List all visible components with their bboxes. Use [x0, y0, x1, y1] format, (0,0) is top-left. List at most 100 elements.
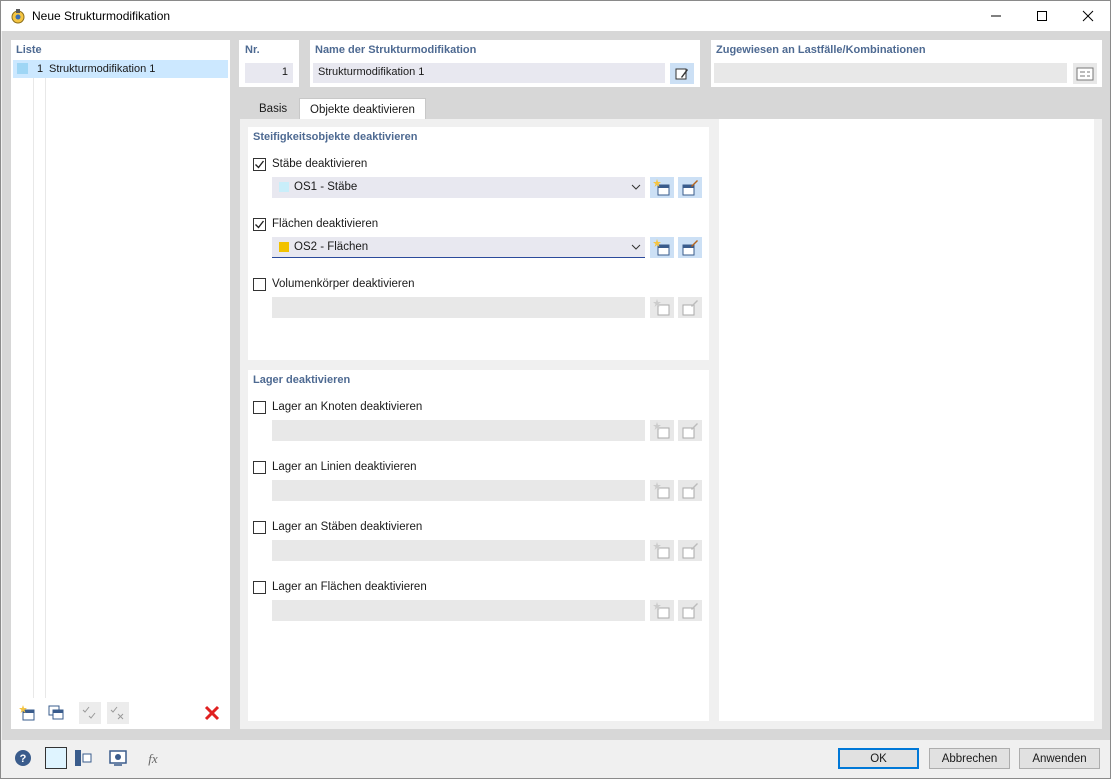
solids-checkbox[interactable] — [253, 277, 266, 291]
assign-list-button[interactable] — [1073, 63, 1097, 84]
view-icon[interactable] — [107, 747, 129, 769]
title-bar: Neue Strukturmodifikation — [1, 1, 1110, 31]
list-selection-icon[interactable] — [72, 747, 94, 769]
surfaces-selection-dropdown[interactable]: OS2 - Flächen — [272, 237, 645, 258]
surfaces-checkbox[interactable] — [253, 217, 266, 231]
copy-item-button[interactable] — [45, 702, 67, 724]
minimize-button[interactable] — [973, 1, 1019, 31]
members-checkbox-label: Stäbe deaktivieren — [272, 158, 368, 170]
line-supports-label: Lager an Linien deaktivieren — [272, 461, 417, 473]
member-supports-label: Lager an Stäben deaktivieren — [272, 521, 423, 533]
line-supports-checkbox[interactable] — [253, 460, 266, 474]
new-members-selection-button[interactable] — [650, 177, 674, 198]
dialog-body: Liste 1 Strukturmodifikation 1 Nr. 1 Nam… — [2, 31, 1110, 778]
close-button[interactable] — [1065, 1, 1111, 31]
edit-name-button[interactable] — [670, 63, 694, 84]
edit-node-supports-button[interactable] — [678, 420, 702, 441]
uncheck-all-icon[interactable] — [107, 702, 129, 724]
color-swatch — [17, 63, 28, 74]
surface-supports-checkbox-row[interactable]: Lager an Flächen deaktivieren — [253, 579, 427, 595]
tab-content: Steifigkeitsobjekte deaktivieren Stäbe d… — [240, 119, 1102, 729]
surface-supports-dropdown[interactable] — [272, 600, 645, 621]
help-icon[interactable]: ? — [12, 747, 34, 769]
name-label: Name der Strukturmodifikation — [315, 44, 477, 56]
svg-text:?: ? — [20, 753, 27, 765]
assigned-panel: Zugewiesen an Lastfälle/Kombinationen — [711, 40, 1102, 87]
line-supports-dropdown[interactable] — [272, 480, 645, 501]
cancel-button[interactable]: Abbrechen — [929, 748, 1010, 769]
color-swatch — [279, 242, 289, 252]
name-field[interactable]: Strukturmodifikation 1 — [313, 63, 665, 83]
tree-guide-line — [45, 78, 46, 698]
ok-button[interactable]: OK — [838, 748, 919, 769]
new-member-supports-button[interactable] — [650, 540, 674, 561]
list-item[interactable]: 1 Strukturmodifikation 1 — [13, 60, 228, 78]
assigned-label: Zugewiesen an Lastfälle/Kombinationen — [716, 44, 926, 56]
list-item-name: Strukturmodifikation 1 — [49, 63, 156, 75]
edit-solids-selection-button[interactable] — [678, 297, 702, 318]
bottom-bar: ? fx OK Abbrechen Anwenden — [2, 740, 1110, 778]
node-supports-label: Lager an Knoten deaktivieren — [272, 401, 423, 413]
new-item-button[interactable] — [17, 702, 39, 724]
list-item-number: 1 — [37, 63, 44, 75]
members-checkbox[interactable] — [253, 157, 266, 171]
delete-item-button[interactable] — [201, 702, 223, 724]
surfaces-checkbox-label: Flächen deaktivieren — [272, 218, 379, 230]
edit-surface-supports-button[interactable] — [678, 600, 702, 621]
new-solids-selection-button[interactable] — [650, 297, 674, 318]
surface-supports-checkbox[interactable] — [253, 580, 266, 594]
supports-group: Lager deaktivieren Lager an Knoten deakt… — [248, 370, 709, 721]
tab-objekte-deaktivieren[interactable]: Objekte deaktivieren — [299, 98, 426, 120]
number-panel: Nr. 1 — [239, 40, 299, 87]
stiffness-group-title: Steifigkeitsobjekte deaktivieren — [253, 131, 418, 143]
edit-line-supports-button[interactable] — [678, 480, 702, 501]
chevron-down-icon — [631, 184, 641, 190]
apply-button[interactable]: Anwenden — [1019, 748, 1100, 769]
window-title: Neue Strukturmodifikation — [32, 9, 171, 23]
node-supports-dropdown[interactable] — [272, 420, 645, 441]
new-surfaces-selection-button[interactable] — [650, 237, 674, 258]
surfaces-checkbox-row[interactable]: Flächen deaktivieren — [253, 216, 378, 232]
tab-bar: Basis Objekte deaktivieren — [239, 98, 1102, 120]
chevron-down-icon — [631, 244, 641, 250]
name-panel: Name der Strukturmodifikation Strukturmo… — [310, 40, 700, 87]
member-supports-checkbox[interactable] — [253, 520, 266, 534]
member-supports-checkbox-row[interactable]: Lager an Stäben deaktivieren — [253, 519, 422, 535]
tab-basis[interactable]: Basis — [249, 98, 297, 120]
dialog-window: Neue Strukturmodifikation Liste 1 Strukt… — [0, 0, 1111, 779]
new-node-supports-button[interactable] — [650, 420, 674, 441]
color-swatch — [279, 182, 289, 192]
assigned-field[interactable] — [714, 63, 1067, 83]
solids-selection-dropdown[interactable] — [272, 297, 645, 318]
surface-supports-label: Lager an Flächen deaktivieren — [272, 581, 427, 593]
node-supports-checkbox-row[interactable]: Lager an Knoten deaktivieren — [253, 399, 422, 415]
stiffness-group: Steifigkeitsobjekte deaktivieren Stäbe d… — [248, 127, 709, 360]
member-supports-dropdown[interactable] — [272, 540, 645, 561]
preview-pane — [719, 119, 1094, 721]
new-surface-supports-button[interactable] — [650, 600, 674, 621]
members-checkbox-row[interactable]: Stäbe deaktivieren — [253, 156, 367, 172]
check-all-icon[interactable] — [79, 702, 101, 724]
edit-member-supports-button[interactable] — [678, 540, 702, 561]
surfaces-selection-value: OS2 - Flächen — [294, 241, 369, 253]
list-toolbar — [15, 702, 226, 726]
app-icon — [10, 8, 26, 24]
new-line-supports-button[interactable] — [650, 480, 674, 501]
formula-icon[interactable]: fx — [142, 747, 164, 769]
members-selection-dropdown[interactable]: OS1 - Stäbe — [272, 177, 645, 198]
solids-checkbox-row[interactable]: Volumenkörper deaktivieren — [253, 276, 415, 292]
number-field[interactable]: 1 — [245, 63, 293, 83]
list-panel: Liste 1 Strukturmodifikation 1 — [11, 40, 230, 729]
number-label: Nr. — [245, 44, 260, 56]
supports-group-title: Lager deaktivieren — [253, 374, 351, 386]
members-selection-value: OS1 - Stäbe — [294, 181, 358, 193]
edit-members-selection-button[interactable] — [678, 177, 702, 198]
edit-surfaces-selection-button[interactable] — [678, 237, 702, 258]
svg-text:fx: fx — [148, 751, 158, 766]
node-supports-checkbox[interactable] — [253, 400, 266, 414]
list-header: Liste — [16, 44, 42, 56]
tree-guide-line — [33, 78, 34, 698]
color-selection-icon[interactable] — [45, 747, 67, 769]
maximize-button[interactable] — [1019, 1, 1065, 31]
line-supports-checkbox-row[interactable]: Lager an Linien deaktivieren — [253, 459, 417, 475]
